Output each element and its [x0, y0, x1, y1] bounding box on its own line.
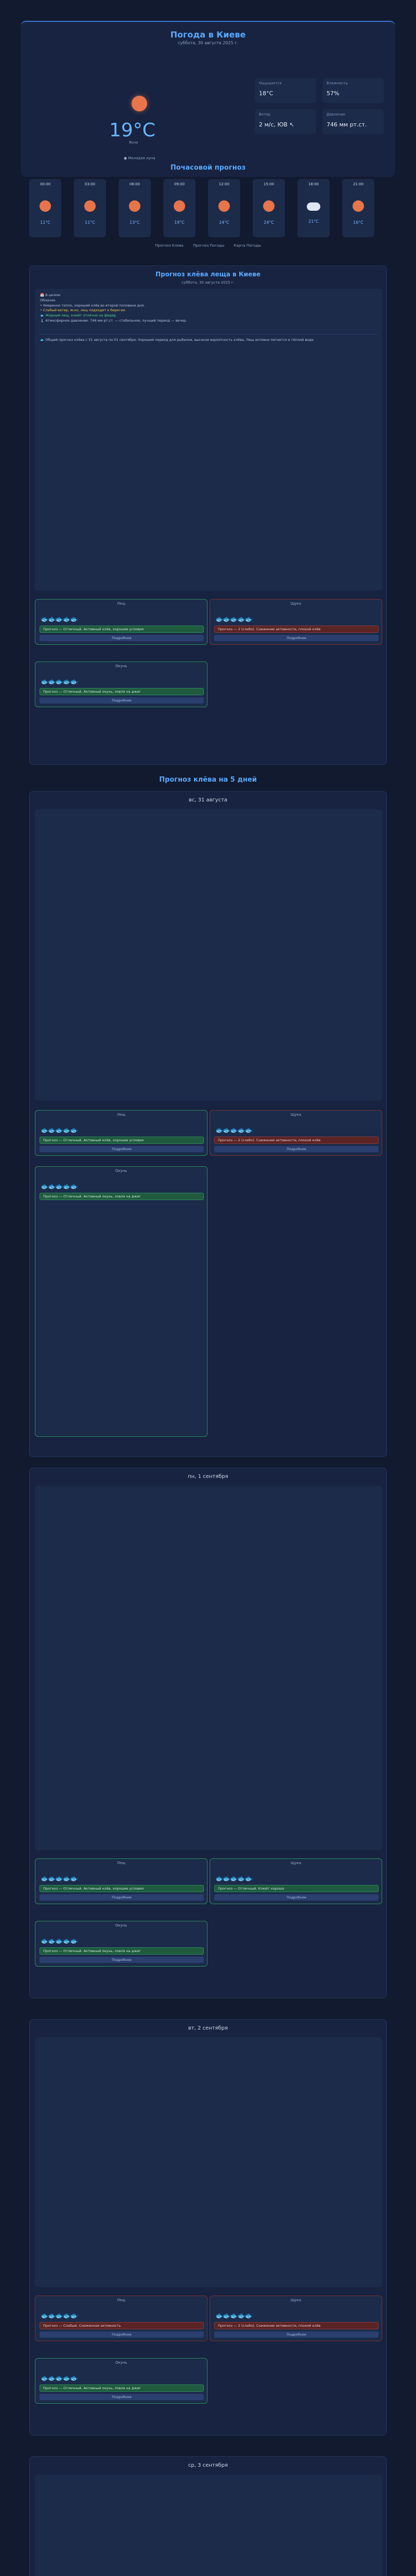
stat-humidity: Влажность 57%	[322, 78, 384, 103]
fish-rating-icon: 🐟🐟🐟🐟🐟	[41, 616, 79, 623]
tab-bite-forecast[interactable]: Прогноз Клева	[155, 244, 184, 248]
details-button[interactable]: Подробнее	[214, 635, 379, 641]
details-button[interactable]: Подробнее	[40, 1146, 204, 1152]
hour-card: 06:00 13°C	[119, 179, 151, 237]
analysis-block: 📅 В целом: Облачно • Умеренно тепло, хор…	[35, 289, 382, 591]
page-title: Погода в Киеве	[170, 30, 246, 40]
details-button[interactable]: Подробнее	[40, 1957, 204, 1963]
hour-card: 15:00 24°C	[253, 179, 285, 237]
bite-card-bream: Лещ 🐟🐟🐟🐟🐟 Прогноз — Слабый. Сниженная акт…	[35, 2296, 207, 2341]
tab-weather-map[interactable]: Карта Погоды	[234, 244, 261, 248]
week-title: Прогноз клёва на 5 дней	[159, 776, 257, 784]
day-card: пн, 1 сентября Лещ 🐟🐟🐟🐟🐟 Прогноз — Отличн…	[29, 1468, 387, 1998]
sun-icon	[218, 200, 230, 212]
details-button[interactable]: Подробнее	[40, 2394, 204, 2400]
hour-card: 09:00 19°C	[163, 179, 196, 237]
hour-card: 00:00 11°C	[29, 179, 61, 237]
current-temperature: 19°C	[109, 120, 155, 141]
bite-card-pike: Щука 🐟🐟🐟🐟🐟 Прогноз — 2 (слабо). Снижение …	[210, 1110, 382, 1156]
stat-feels-like: Ощущается 18°C	[255, 78, 316, 103]
sun-icon	[132, 96, 147, 111]
details-button[interactable]: Подробнее	[214, 2331, 379, 2338]
hour-card: 21:00 16°C	[342, 179, 374, 237]
details-button[interactable]: Подробнее	[214, 1146, 379, 1152]
today-title: Прогноз клёва леща в Киеве	[155, 271, 261, 278]
day-analysis	[35, 1486, 382, 1850]
day-date: вс, 31 августа	[188, 797, 228, 803]
day-analysis	[35, 2475, 382, 2576]
hour-card: 12:00 24°C	[208, 179, 240, 237]
bite-card-pike: Щука 🐟🐟🐟🐟🐟 Прогноз — 2 (слабо). Снижение…	[210, 599, 382, 645]
hourly-title: Почасовой прогноз	[170, 164, 246, 172]
stat-wind: Ветер 2 м/с, ЮВ ↖	[255, 109, 316, 134]
hourly-forecast: 00:00 11°C 03:00 11°C 06:00 13°C 09:00 19°C …	[29, 179, 388, 241]
sun-icon	[353, 200, 364, 212]
current-date: суббота, 30 августа 2025 г.	[178, 41, 238, 45]
bite-card-perch: Окунь 🐟🐟🐟🐟🐟 Прогноз — Отличный. Активный …	[35, 1166, 207, 1437]
bite-card-perch: Окунь 🐟🐟🐟🐟🐟 Прогноз — Отличный. Активный …	[35, 2358, 207, 2404]
details-button[interactable]: Подробнее	[40, 1894, 204, 1901]
fish-rating-icon: 🐟🐟🐟🐟🐟	[215, 616, 253, 623]
day-card: вт, 2 сентября Лещ 🐟🐟🐟🐟🐟 Прогноз — Слабый…	[29, 2019, 387, 2435]
day-date: вт, 2 сентября	[188, 2025, 228, 2031]
day-date: пн, 1 сентября	[188, 1474, 228, 1480]
sun-icon	[174, 200, 185, 212]
day-analysis	[35, 2037, 382, 2287]
details-button[interactable]: Подробнее	[40, 635, 204, 641]
hour-card: 18:00 21°C	[297, 179, 330, 237]
day-card: вс, 31 августа Лещ 🐟🐟🐟🐟🐟 Прогноз — Отличн…	[29, 791, 387, 1457]
cloud-icon	[307, 202, 320, 211]
fish-rating-icon: 🐟🐟🐟🐟🐟	[41, 678, 79, 686]
condition-text: Ясно	[129, 141, 138, 145]
hour-card: 03:00 11°C	[74, 179, 106, 237]
tab-weather-forecast[interactable]: Прогноз Погоды	[193, 244, 224, 248]
general-forecast: 🐟 Общий прогноз клёва с 31 августа по 01…	[40, 334, 377, 343]
details-button[interactable]: Подробнее	[40, 2331, 204, 2338]
sun-icon	[84, 200, 96, 212]
nav-tabs: Прогноз Клева Прогноз Погоды Карта Погод…	[0, 244, 416, 248]
moon-phase: ● Молодая луна	[124, 156, 155, 160]
bite-card-bream: Лещ 🐟🐟🐟🐟🐟 Прогноз — Отличный. Активный кл…	[35, 1858, 207, 1904]
bite-card-bream: Лещ 🐟🐟🐟🐟🐟 Прогноз — Отличный. Активный кл…	[35, 1110, 207, 1156]
weather-card: Погода в Киеве суббота, 30 августа 2025 …	[21, 21, 395, 177]
details-button[interactable]: Подробнее	[40, 697, 204, 704]
sun-icon	[263, 200, 275, 212]
details-button[interactable]: Подробнее	[214, 1894, 379, 1901]
bite-card-pike: Щука 🐟🐟🐟🐟🐟 Прогноз — Отличный. Клюёт хоро…	[210, 1858, 382, 1904]
sun-icon	[129, 200, 140, 212]
bite-card-pike: Щука 🐟🐟🐟🐟🐟 Прогноз — 2 (слабо). Снижение …	[210, 2296, 382, 2341]
bite-card-bream: Лещ 🐟🐟🐟🐟🐟 Прогноз — Отличный. Активный к…	[35, 599, 207, 645]
sun-icon	[40, 200, 51, 212]
page: Погода в Киеве суббота, 30 августа 2025 …	[0, 0, 416, 2576]
stat-pressure: Давление 746 мм рт.ст.	[322, 109, 384, 134]
bite-card-perch: Окунь 🐟🐟🐟🐟🐟 Прогноз — Отличный. Активный…	[35, 661, 207, 707]
day-date: ср, 3 сентября	[188, 2463, 228, 2468]
day-analysis	[35, 809, 382, 1101]
today-forecast-card: Прогноз клёва леща в Киеве суббота, 30 а…	[29, 265, 387, 765]
day-card: ср, 3 сентября	[29, 2456, 387, 2576]
today-date: суббота, 30 августа 2025 г.	[181, 280, 235, 285]
bite-card-perch: Окунь 🐟🐟🐟🐟🐟 Прогноз — Отличный. Активный …	[35, 1921, 207, 1967]
